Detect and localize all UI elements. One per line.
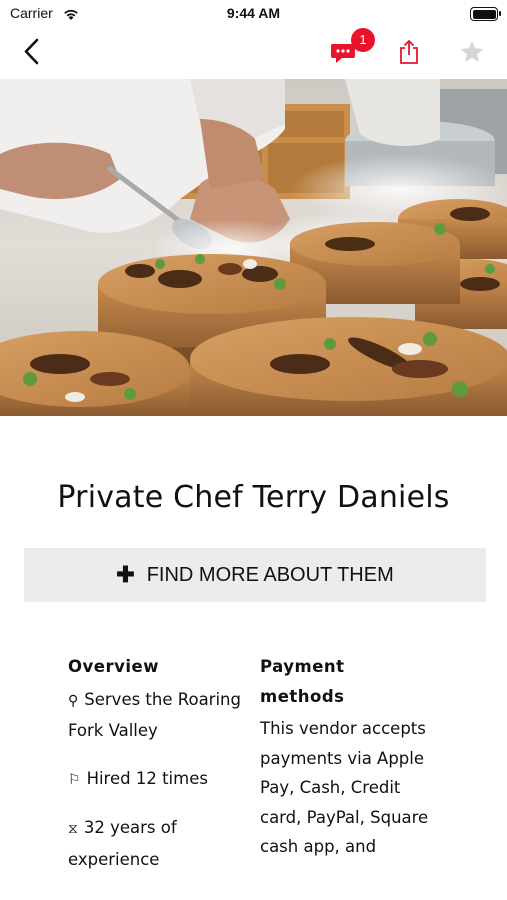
overview-item-text: Serves the Roaring Fork Valley — [68, 689, 241, 741]
overview-heading: Overview — [68, 657, 159, 676]
overview-item-text: 32 years of experience — [68, 818, 177, 869]
payment-methods-text: This vendor accepts payments via Apple P… — [260, 719, 429, 856]
overview-item: ⧖ 32 years of experience — [68, 813, 248, 874]
flag-icon: ⚐ — [68, 771, 81, 788]
share-icon — [400, 40, 418, 64]
star-icon — [460, 41, 484, 63]
location-pin-icon: ⚲ — [68, 692, 79, 709]
clock: 9:44 AM — [226, 5, 281, 21]
payment-section: Payment methods This vendor accepts paym… — [260, 652, 460, 862]
favorite-button[interactable] — [459, 39, 485, 65]
find-more-label: FIND MORE ABOUT THEM — [146, 563, 394, 586]
nav-bar: 1 — [0, 28, 507, 79]
chevron-left-icon — [24, 38, 39, 65]
find-more-button[interactable]: ✚ FIND MORE ABOUT THEM — [24, 548, 486, 602]
hero-image — [0, 79, 507, 416]
status-bar: Carrier 9:44 AM — [0, 0, 507, 28]
overview-section: Overview ⚲ Serves the Roaring Fork Valley… — [68, 652, 248, 892]
overview-item-text: Hired 12 times — [86, 768, 208, 788]
overview-item: ⚲ Serves the Roaring Fork Valley — [68, 685, 248, 746]
share-button[interactable] — [397, 38, 421, 66]
hourglass-icon: ⧖ — [68, 821, 78, 837]
payment-heading: Payment methods — [260, 657, 345, 706]
battery-icon — [470, 7, 501, 21]
unread-badge: 1 — [351, 28, 375, 52]
plus-icon: ✚ — [116, 562, 135, 587]
page-title: Private Chef Terry Daniels — [57, 480, 450, 515]
overview-item: ⚐ Hired 12 times — [68, 764, 248, 796]
back-button[interactable] — [18, 37, 48, 67]
